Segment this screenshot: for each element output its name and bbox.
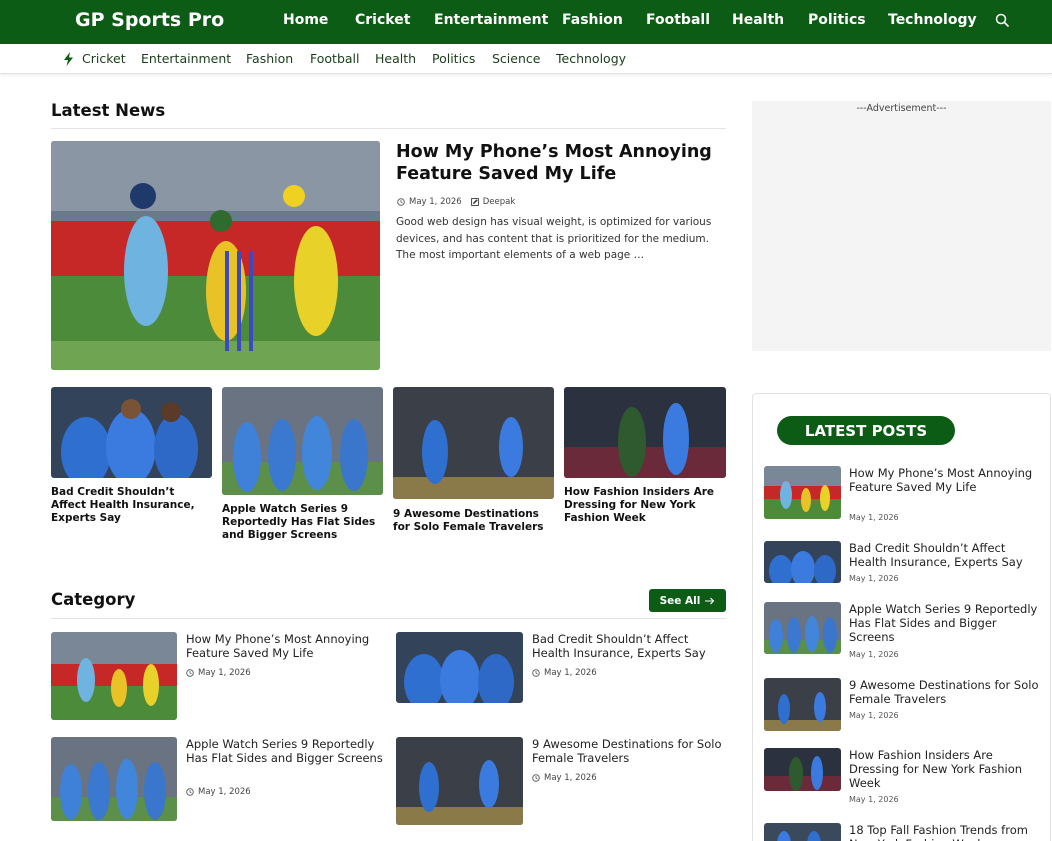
sidebar-post-thumb[interactable]	[764, 823, 841, 841]
clock-icon	[532, 774, 540, 782]
section-divider	[51, 618, 726, 619]
sidebar-post-title[interactable]: Bad Credit Shouldn’t Affect Health Insur…	[849, 541, 1039, 569]
category-item-title[interactable]: Apple Watch Series 9 Reportedly Has Flat…	[186, 737, 386, 765]
top-navbar: GP Sports Pro Home Cricket Entertainment…	[0, 0, 1052, 44]
sidebar-post-date: May 1, 2026	[849, 795, 899, 804]
secondary-navbar: Cricket Entertainment Fashion Football H…	[0, 44, 1052, 74]
advertisement-label: ---Advertisement---	[856, 103, 947, 114]
clock-icon	[532, 669, 540, 677]
category-item-meta: May 1, 2026	[532, 773, 597, 783]
sidebar-post-title[interactable]: 9 Awesome Destinations for Solo Female T…	[849, 678, 1039, 706]
nav-home[interactable]: Home	[283, 12, 328, 28]
sidebar-post-thumb[interactable]	[764, 748, 841, 791]
clock-icon	[397, 198, 405, 206]
section-divider	[51, 128, 726, 129]
search-icon[interactable]	[995, 13, 1009, 27]
sidebar-post-thumb[interactable]	[764, 541, 841, 583]
latest-news-heading: Latest News	[51, 101, 166, 120]
see-all-label: See All	[659, 594, 701, 607]
card-image[interactable]	[393, 387, 554, 499]
latest-posts-heading: LATEST POSTS	[777, 416, 955, 445]
see-all-button[interactable]: See All	[649, 589, 726, 612]
sidebar-post-date: May 1, 2026	[849, 650, 899, 659]
category-item-meta: May 1, 2026	[532, 668, 597, 678]
nav-technology[interactable]: Technology	[888, 12, 977, 28]
card-title[interactable]: 9 Awesome Destinations for Solo Female T…	[393, 508, 558, 534]
sidebar-post-date: May 1, 2026	[849, 513, 899, 522]
hero-title[interactable]: How My Phone’s Most Annoying Feature Sav…	[396, 141, 726, 185]
arrow-right-icon	[705, 597, 715, 604]
site-logo[interactable]: GP Sports Pro	[75, 9, 224, 31]
sidebar-post-title[interactable]: Apple Watch Series 9 Reportedly Has Flat…	[849, 602, 1039, 644]
nav-entertainment[interactable]: Entertainment	[434, 12, 548, 28]
category-item-date: May 1, 2026	[544, 773, 597, 783]
sidebar-post-title[interactable]: How Fashion Insiders Are Dressing for Ne…	[849, 748, 1039, 790]
category-item-title[interactable]: Bad Credit Shouldn’t Affect Health Insur…	[532, 632, 727, 660]
hero-meta: May 1, 2026 Deepak	[397, 197, 515, 207]
nav-cricket[interactable]: Cricket	[355, 12, 410, 28]
edit-icon	[470, 198, 479, 206]
category-item-date: May 1, 2026	[198, 787, 251, 797]
category-item-title[interactable]: 9 Awesome Destinations for Solo Female T…	[532, 737, 727, 765]
hero-author[interactable]: Deepak	[483, 197, 516, 207]
sidebar-post-date: May 1, 2026	[849, 574, 899, 583]
nav-health[interactable]: Health	[732, 12, 784, 28]
category-item-image[interactable]	[396, 737, 523, 825]
category-item-title[interactable]: How My Phone’s Most Annoying Feature Sav…	[186, 632, 386, 660]
clock-icon	[186, 669, 194, 677]
advertisement-box[interactable]: ---Advertisement---	[752, 101, 1051, 351]
category-item-date: May 1, 2026	[544, 668, 597, 678]
card-title[interactable]: Apple Watch Series 9 Reportedly Has Flat…	[222, 503, 383, 542]
bolt-icon	[64, 52, 73, 66]
subnav-fashion[interactable]: Fashion	[246, 51, 293, 66]
category-item-meta: May 1, 2026	[186, 787, 251, 797]
hero-date: May 1, 2026	[409, 197, 462, 207]
nav-politics[interactable]: Politics	[808, 12, 866, 28]
card-title[interactable]: How Fashion Insiders Are Dressing for Ne…	[564, 486, 726, 525]
category-item-date: May 1, 2026	[198, 668, 251, 678]
nav-football[interactable]: Football	[646, 12, 710, 28]
sidebar-post-date: May 1, 2026	[849, 711, 899, 720]
subnav-health[interactable]: Health	[375, 51, 416, 66]
category-item-image[interactable]	[396, 632, 523, 703]
category-item-image[interactable]	[51, 632, 177, 720]
card-image[interactable]	[564, 387, 726, 478]
subnav-football[interactable]: Football	[310, 51, 359, 66]
subnav-science[interactable]: Science	[492, 51, 540, 66]
subnav-cricket[interactable]: Cricket	[82, 51, 126, 66]
subnav-technology[interactable]: Technology	[556, 51, 626, 66]
sidebar-post-title[interactable]: How My Phone’s Most Annoying Feature Sav…	[849, 466, 1039, 494]
subnav-entertainment[interactable]: Entertainment	[141, 51, 231, 66]
card-image[interactable]	[51, 387, 212, 478]
category-item-image[interactable]	[51, 737, 177, 821]
sidebar-post-thumb[interactable]	[764, 602, 841, 654]
card-image[interactable]	[222, 387, 383, 495]
category-item-meta: May 1, 2026	[186, 668, 251, 678]
clock-icon	[186, 788, 194, 796]
sidebar-post-thumb[interactable]	[764, 678, 841, 731]
sidebar-post-title[interactable]: 18 Top Fall Fashion Trends from New York…	[849, 823, 1039, 841]
hero-excerpt: Good web design has visual weight, is op…	[396, 216, 712, 261]
sidebar-post-thumb[interactable]	[764, 466, 841, 519]
card-title[interactable]: Bad Credit Shouldn’t Affect Health Insur…	[51, 486, 212, 525]
hero-image[interactable]	[51, 141, 380, 370]
nav-fashion[interactable]: Fashion	[562, 12, 623, 28]
category-heading: Category	[51, 590, 136, 609]
subnav-politics[interactable]: Politics	[432, 51, 475, 66]
